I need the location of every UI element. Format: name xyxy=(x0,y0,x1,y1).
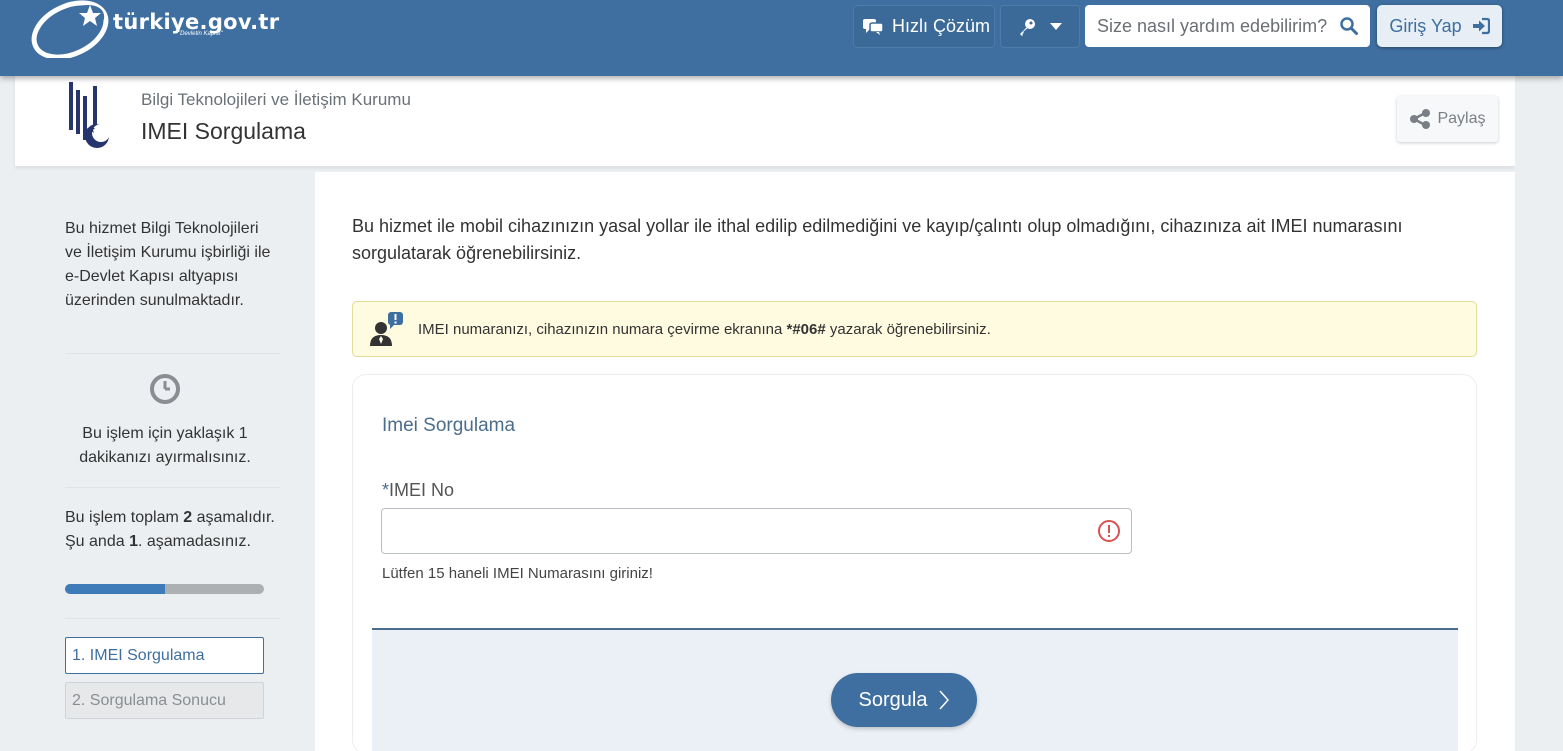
sorgula-label: Sorgula xyxy=(858,688,928,711)
turkiye-gov-logo[interactable]: türkiye.gov.tr "Devletin Kapısı" xyxy=(30,0,290,58)
service-header: Bilgi Teknolojileri ve İletişim Kurumu I… xyxy=(15,76,1515,166)
search-icon[interactable] xyxy=(1340,17,1358,35)
step-status-text: Bu işlem toplam 2 aşamalıdır. Şu anda 1.… xyxy=(65,509,275,550)
step-progress-bar xyxy=(65,584,264,594)
intro-text: Bu hizmet ile mobil cihazınızın yasal yo… xyxy=(352,216,1403,263)
main-content: Bu hizmet ile mobil cihazınızın yasal yo… xyxy=(315,172,1515,751)
divider xyxy=(65,487,280,488)
quick-solution-button[interactable]: Hızlı Çözüm xyxy=(853,5,995,48)
step-1-imei-sorgulama[interactable]: 1. IMEI Sorgulama xyxy=(65,637,264,674)
page-title: IMEI Sorgulama xyxy=(141,118,306,144)
quick-solution-label: Hızlı Çözüm xyxy=(892,16,991,36)
institution-name: Bilgi Teknolojileri ve İletişim Kurumu xyxy=(141,90,411,109)
imei-form-card: Imei Sorgulama *IMEI No Lütfen 15 haneli… xyxy=(352,374,1477,751)
sign-in-icon xyxy=(1472,17,1490,35)
search-input[interactable]: Size nasıl yardım edebilirim? xyxy=(1097,16,1327,37)
top-navbar: türkiye.gov.tr "Devletin Kapısı" Hızlı Ç… xyxy=(0,0,1563,76)
search-box[interactable]: Size nasıl yardım edebilirim? xyxy=(1085,5,1370,47)
chevron-down-icon xyxy=(1050,22,1062,30)
imei-field-label: *IMEI No xyxy=(382,480,455,500)
divider xyxy=(65,353,280,354)
info-alert: IMEI numaranızı, cihazınızın numara çevi… xyxy=(352,301,1477,357)
form-title: Imei Sorgulama xyxy=(382,415,516,436)
error-icon xyxy=(1098,520,1120,542)
key-menu-button[interactable] xyxy=(1000,5,1080,48)
duration-text: Bu işlem için yaklaşık 1 dakikanızı ayır… xyxy=(79,425,251,466)
step-2-sorgulama-sonucu: 2. Sorgulama Sonucu xyxy=(65,682,264,719)
clock-icon xyxy=(150,374,180,404)
chevron-right-icon xyxy=(939,690,950,710)
divider xyxy=(65,618,280,619)
page-margin xyxy=(1515,76,1563,751)
service-info-text: Bu hizmet Bilgi Teknolojileri ve İletişi… xyxy=(65,220,271,309)
login-label: Giriş Yap xyxy=(1389,15,1462,36)
sorgula-button[interactable]: Sorgula xyxy=(831,673,977,727)
crescent-star-logo-icon xyxy=(31,0,109,58)
alert-text: IMEI numaranızı, cihazınızın numara çevi… xyxy=(418,320,991,338)
login-button[interactable]: Giriş Yap xyxy=(1377,5,1502,47)
share-button[interactable]: Paylaş xyxy=(1397,96,1498,142)
form-actions: Sorgula xyxy=(372,628,1458,751)
share-label: Paylaş xyxy=(1437,110,1486,127)
imei-hint: Lütfen 15 haneli IMEI Numarasını giriniz… xyxy=(382,565,653,582)
share-icon xyxy=(1410,109,1431,129)
logo-slogan: "Devletin Kapısı" xyxy=(178,31,223,37)
btk-logo-icon xyxy=(69,82,110,148)
user-info-icon xyxy=(370,312,403,346)
chat-bubbles-icon xyxy=(863,18,883,35)
sidebar: Bu hizmet Bilgi Teknolojileri ve İletişi… xyxy=(15,172,315,751)
key-icon xyxy=(1020,18,1035,36)
progress-fill xyxy=(65,584,165,594)
imei-input[interactable] xyxy=(381,508,1132,554)
